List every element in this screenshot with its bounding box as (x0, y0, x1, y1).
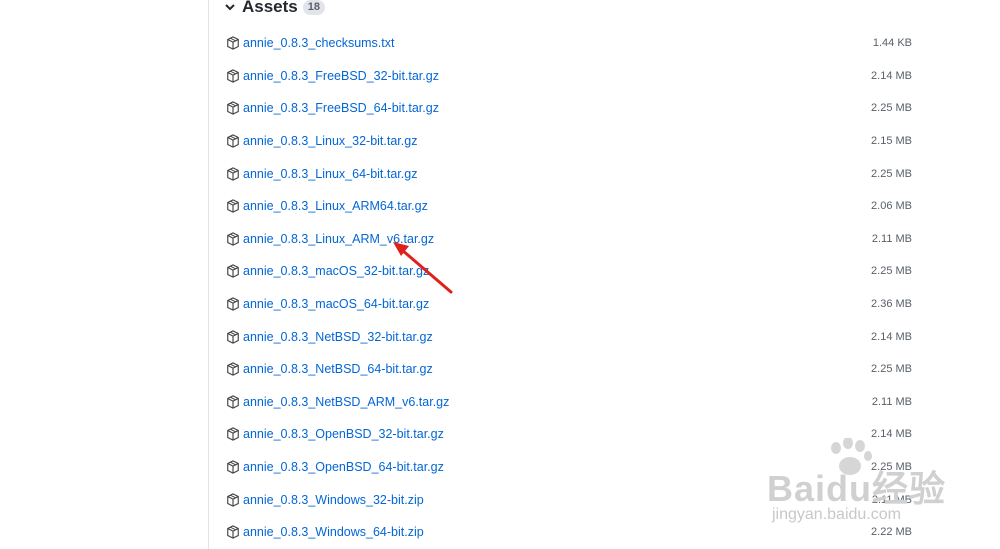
asset-size: 2.14 MB (871, 428, 912, 441)
asset-size: 2.11 MB (871, 493, 912, 506)
asset-download-link[interactable]: annie_0.8.3_macOS_64-bit.tar.gz (243, 297, 429, 311)
asset-size: 2.11 MB (871, 395, 912, 408)
package-icon (227, 427, 239, 442)
asset-download-link[interactable]: annie_0.8.3_FreeBSD_32-bit.tar.gz (243, 69, 439, 83)
package-icon (227, 492, 239, 507)
asset-row: annie_0.8.3_Linux_32-bit.tar.gz 2.15 MB (224, 125, 914, 158)
asset-download-link[interactable]: annie_0.8.3_checksums.txt (243, 36, 394, 50)
asset-row: annie_0.8.3_checksums.txt 1.44 KB (224, 27, 914, 60)
asset-size: 2.14 MB (871, 69, 912, 82)
asset-download-link[interactable]: annie_0.8.3_OpenBSD_64-bit.tar.gz (243, 460, 444, 474)
asset-size: 2.15 MB (871, 135, 912, 148)
asset-list: annie_0.8.3_checksums.txt 1.44 KB annie_0.… (224, 27, 914, 549)
asset-download-link[interactable]: annie_0.8.3_FreeBSD_64-bit.tar.gz (243, 101, 439, 115)
asset-size: 2.14 MB (871, 330, 912, 343)
asset-download-link[interactable]: annie_0.8.3_NetBSD_64-bit.tar.gz (243, 362, 433, 376)
asset-row: annie_0.8.3_OpenBSD_64-bit.tar.gz 2.25 MB (224, 451, 914, 484)
asset-size: 2.11 MB (871, 232, 912, 245)
asset-size: 2.25 MB (871, 102, 912, 115)
asset-download-link[interactable]: annie_0.8.3_macOS_32-bit.tar.gz (243, 264, 429, 278)
asset-size: 2.22 MB (871, 526, 912, 539)
package-icon (227, 264, 239, 279)
asset-download-link[interactable]: annie_0.8.3_Windows_32-bit.zip (243, 493, 424, 507)
asset-row: annie_0.8.3_Linux_ARM64.tar.gz 2.06 MB (224, 190, 914, 223)
asset-size: 2.25 MB (871, 265, 912, 278)
asset-download-link[interactable]: annie_0.8.3_NetBSD_32-bit.tar.gz (243, 330, 433, 344)
asset-download-link[interactable]: annie_0.8.3_Linux_ARM64.tar.gz (243, 199, 428, 213)
package-icon (227, 329, 239, 344)
asset-download-link[interactable]: annie_0.8.3_OpenBSD_32-bit.tar.gz (243, 427, 444, 441)
asset-download-link[interactable]: annie_0.8.3_Windows_64-bit.zip (243, 525, 424, 539)
asset-row: annie_0.8.3_FreeBSD_64-bit.tar.gz 2.25 MB (224, 92, 914, 125)
asset-row: annie_0.8.3_NetBSD_64-bit.tar.gz 2.25 MB (224, 353, 914, 386)
chevron-down-icon[interactable] (224, 1, 236, 13)
asset-row: annie_0.8.3_OpenBSD_32-bit.tar.gz 2.14 MB (224, 418, 914, 451)
package-icon (227, 36, 239, 51)
asset-size: 2.25 MB (871, 461, 912, 474)
package-icon (227, 362, 239, 376)
package-icon (227, 525, 239, 539)
package-icon (227, 199, 239, 214)
content-left-border (208, 0, 209, 549)
asset-size: 2.25 MB (871, 167, 912, 180)
asset-download-link[interactable]: annie_0.8.3_Linux_ARM_v6.tar.gz (243, 232, 434, 246)
asset-row: annie_0.8.3_macOS_64-bit.tar.gz 2.36 MB (224, 288, 914, 321)
asset-size: 2.36 MB (871, 298, 912, 311)
asset-size: 1.44 KB (872, 37, 912, 50)
package-icon (227, 166, 239, 181)
asset-download-link[interactable]: annie_0.8.3_Linux_32-bit.tar.gz (243, 134, 417, 148)
asset-row: annie_0.8.3_Linux_ARM_v6.tar.gz 2.11 MB (224, 223, 914, 256)
asset-row: annie_0.8.3_Windows_64-bit.zip 2.22 MB (224, 516, 914, 549)
asset-row: annie_0.8.3_FreeBSD_32-bit.tar.gz 2.14 MB (224, 60, 914, 93)
package-icon (227, 297, 239, 311)
package-icon (227, 101, 239, 116)
asset-download-link[interactable]: annie_0.8.3_Linux_64-bit.tar.gz (243, 167, 417, 181)
assets-count-badge: 18 (302, 0, 326, 15)
package-icon (227, 395, 239, 409)
package-icon (227, 134, 239, 148)
asset-row: annie_0.8.3_NetBSD_ARM_v6.tar.gz 2.11 MB (224, 386, 914, 419)
assets-section-header[interactable]: Assets 18 (224, 0, 326, 20)
asset-size: 2.25 MB (871, 363, 912, 376)
asset-size: 2.06 MB (871, 200, 912, 213)
asset-download-link[interactable]: annie_0.8.3_NetBSD_ARM_v6.tar.gz (243, 395, 449, 409)
asset-row: annie_0.8.3_Windows_32-bit.zip 2.11 MB (224, 483, 914, 516)
package-icon (227, 232, 239, 246)
assets-title: Assets (242, 0, 298, 16)
package-icon (227, 69, 239, 83)
asset-row: annie_0.8.3_NetBSD_32-bit.tar.gz 2.14 MB (224, 320, 914, 353)
asset-row: annie_0.8.3_macOS_32-bit.tar.gz 2.25 MB (224, 255, 914, 288)
asset-row: annie_0.8.3_Linux_64-bit.tar.gz 2.25 MB (224, 157, 914, 190)
package-icon (227, 460, 239, 474)
